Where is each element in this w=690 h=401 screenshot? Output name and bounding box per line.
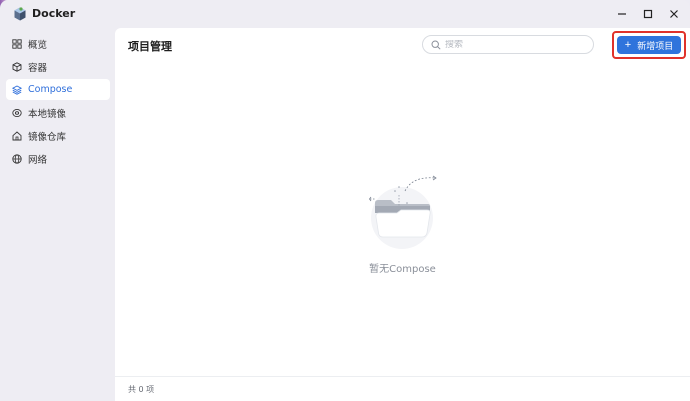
plus-icon: + [624, 38, 632, 51]
docker-logo-icon [14, 7, 26, 21]
maximize-icon [643, 9, 653, 19]
sidebar: 概览 容器 Compose 本地镜像 镜像仓库 网络 [0, 28, 115, 401]
sidebar-item-label: Compose [28, 84, 73, 95]
disc-icon [12, 108, 22, 118]
sidebar-item-label: 网络 [28, 154, 48, 166]
docker-window: Docker 概览 容器 Compose 本地镜像 镜像仓库 网络 项目管理 搜… [0, 0, 690, 401]
search-box[interactable] [422, 35, 594, 54]
title-bar: Docker [0, 0, 690, 28]
home-icon [12, 130, 22, 141]
add-project-label: 新增项目 [637, 40, 674, 51]
globe-icon [12, 153, 22, 164]
sidebar-item-label: 概览 [28, 39, 48, 51]
layers-icon [12, 84, 22, 95]
search-input[interactable] [445, 39, 585, 50]
empty-state-text: 暂无Compose [369, 264, 436, 275]
sidebar-item-network[interactable]: 网络 [6, 148, 110, 169]
sidebar-item-overview[interactable]: 概览 [6, 33, 110, 54]
footer-bar: 共 0 项 [115, 376, 690, 401]
sidebar-item-compose[interactable]: Compose [6, 79, 110, 100]
close-button[interactable] [665, 5, 683, 23]
maximize-button[interactable] [639, 5, 657, 23]
minimize-button[interactable] [613, 5, 631, 23]
sidebar-item-label: 容器 [28, 62, 48, 74]
item-count: 共 0 项 [128, 385, 155, 394]
cube-icon [12, 61, 22, 72]
grid-icon [12, 38, 22, 49]
empty-folder-icon [369, 175, 437, 249]
sidebar-item-label: 镜像仓库 [28, 131, 67, 143]
close-icon [670, 10, 678, 18]
add-project-button[interactable]: + 新增项目 [617, 36, 681, 54]
main-panel: 项目管理 + 新增项目 暂无Compose 共 0 项 [115, 28, 690, 401]
sidebar-item-containers[interactable]: 容器 [6, 56, 110, 77]
minimize-icon [618, 13, 626, 15]
sidebar-item-local-images[interactable]: 本地镜像 [6, 102, 110, 123]
sidebar-item-image-registry[interactable]: 镜像仓库 [6, 125, 110, 146]
search-icon [431, 39, 441, 50]
app-title: Docker [32, 7, 76, 20]
sidebar-item-label: 本地镜像 [28, 108, 67, 120]
page-title: 项目管理 [128, 40, 172, 53]
